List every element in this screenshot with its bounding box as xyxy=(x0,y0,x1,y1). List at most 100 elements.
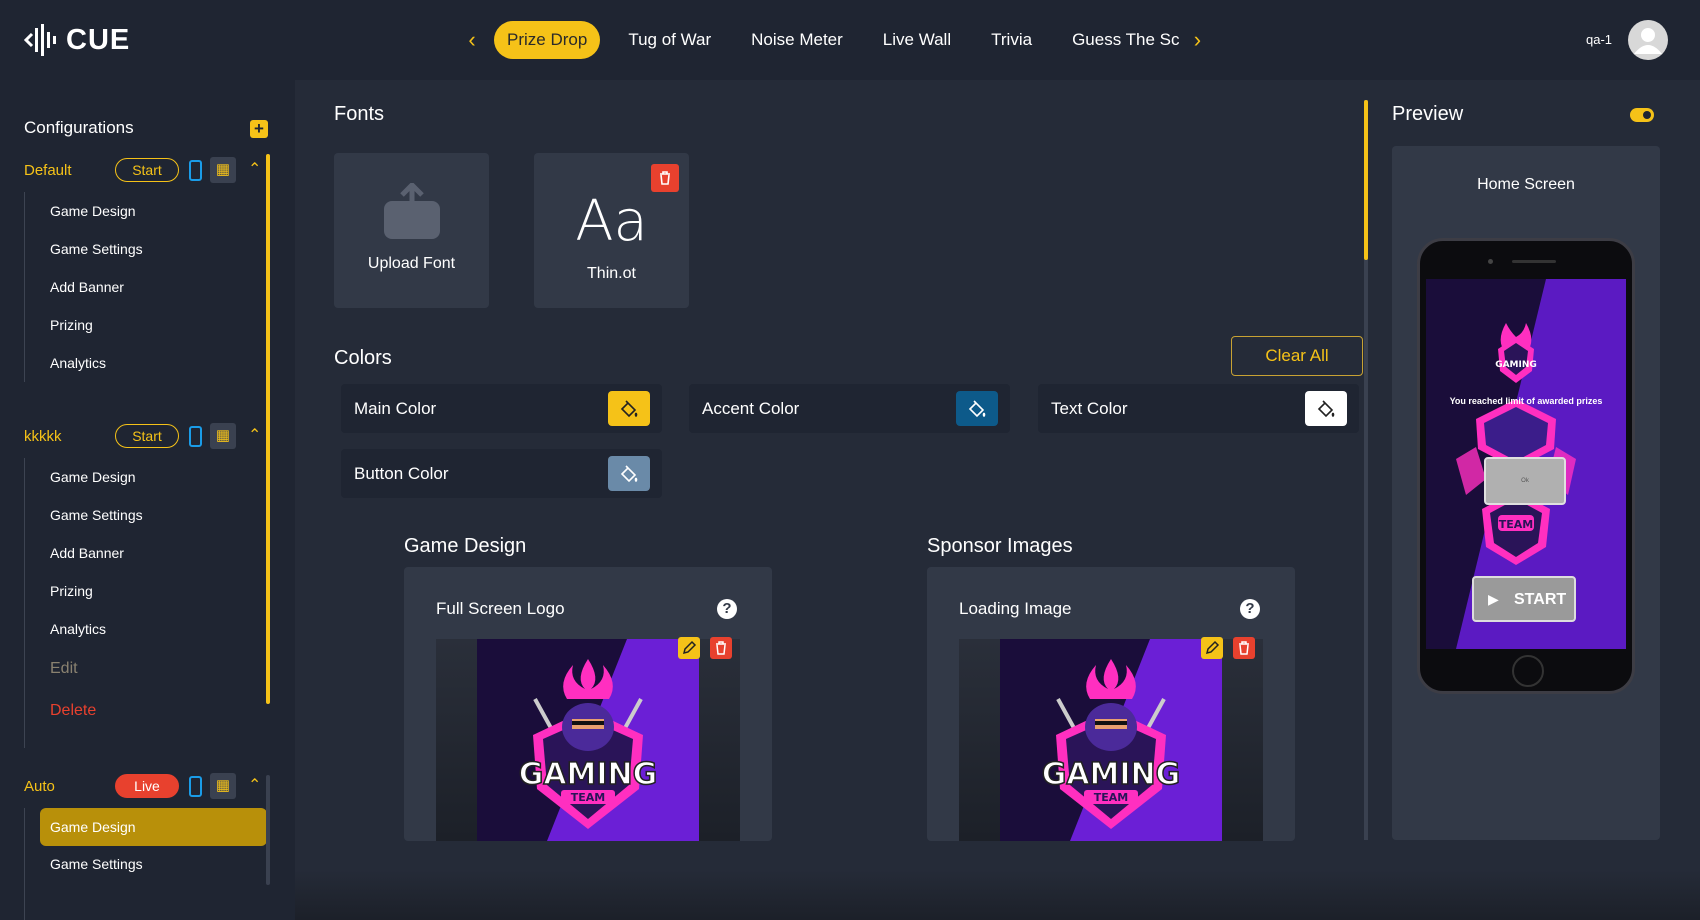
help-icon[interactable]: ? xyxy=(717,599,737,619)
tab-live-wall[interactable]: Live Wall xyxy=(863,21,971,59)
sidebar-item-game-design[interactable]: Game Design xyxy=(50,203,136,219)
color-swatch[interactable] xyxy=(608,456,650,491)
main-scrollbar[interactable] xyxy=(1364,100,1368,260)
sidebar-item-game-settings[interactable]: Game Settings xyxy=(50,241,143,257)
chevron-up-icon[interactable]: ⌃ xyxy=(248,159,261,179)
sidebar-item-analytics[interactable]: Analytics xyxy=(50,355,106,371)
app-logo[interactable]: CUE xyxy=(24,20,130,60)
start-button[interactable]: Start xyxy=(115,158,179,182)
paint-bucket-icon xyxy=(620,400,638,418)
preview-title: Preview xyxy=(1392,103,1464,125)
card-title: Full Screen Logo xyxy=(436,599,565,618)
delete-config-link[interactable]: Delete xyxy=(50,702,96,720)
mobile-preview-icon[interactable] xyxy=(189,426,202,447)
upload-font-card[interactable]: Upload Font xyxy=(334,153,489,308)
font-sample: Aa xyxy=(575,189,648,254)
app-name: CUE xyxy=(66,23,131,56)
color-swatch[interactable] xyxy=(1305,391,1347,426)
game-tabs: ‹ Prize Drop Tug of War Noise Meter Live… xyxy=(462,21,1207,59)
sidebar-item-prizing[interactable]: Prizing xyxy=(50,583,93,599)
font-card[interactable]: Aa Thin.ot xyxy=(534,153,689,308)
main-color-picker[interactable]: Main Color xyxy=(341,384,662,433)
tree-line xyxy=(24,192,25,382)
config-group-header[interactable]: kkkkk Start ▦ ⌃ xyxy=(24,423,274,450)
configurations-title: Configurations xyxy=(24,118,134,137)
tabs-prev-arrow-icon[interactable]: ‹ xyxy=(462,21,482,59)
game-design-title: Game Design xyxy=(404,535,527,557)
sidebar-item-game-settings[interactable]: Game Settings xyxy=(50,856,143,872)
trash-icon xyxy=(1239,641,1249,655)
start-label: START xyxy=(1514,591,1567,608)
color-label: Accent Color xyxy=(702,399,800,418)
edit-image-button[interactable] xyxy=(678,637,700,659)
tab-prize-drop[interactable]: Prize Drop xyxy=(494,21,601,59)
loading-image-card: Loading Image ? GAMING TEAM xyxy=(927,567,1295,841)
pencil-icon xyxy=(1205,640,1220,655)
sidebar-item-add-banner[interactable]: Add Banner xyxy=(50,545,124,561)
delete-font-button[interactable] xyxy=(651,164,679,192)
tree-line xyxy=(24,808,25,920)
help-icon[interactable]: ? xyxy=(1240,599,1260,619)
sidebar-item-prizing[interactable]: Prizing xyxy=(50,317,93,333)
logo-text: GAMING xyxy=(519,757,658,792)
color-swatch[interactable] xyxy=(608,391,650,426)
avatar[interactable] xyxy=(1628,20,1668,60)
play-icon: ▶ xyxy=(1488,591,1499,607)
trash-icon xyxy=(660,171,670,185)
color-label: Text Color xyxy=(1051,399,1128,418)
mobile-preview-icon[interactable] xyxy=(189,160,202,181)
bottom-strip xyxy=(295,870,1700,920)
config-name: Auto xyxy=(24,778,55,795)
user-name: qa-1 xyxy=(1586,32,1613,47)
sidebar-scrollbar[interactable] xyxy=(266,154,270,704)
sidebar-item-game-settings[interactable]: Game Settings xyxy=(50,507,143,523)
clear-all-button[interactable]: Clear All xyxy=(1231,336,1363,376)
color-swatch[interactable] xyxy=(956,391,998,426)
logo-text: GAMING xyxy=(1042,757,1181,792)
tab-tug-of-war[interactable]: Tug of War xyxy=(608,21,731,59)
edit-config-link[interactable]: Edit xyxy=(50,660,78,678)
tab-guess-the-score[interactable]: Guess The Sc xyxy=(1052,21,1187,59)
full-screen-logo-card: Full Screen Logo ? GAMING TEAM xyxy=(404,567,772,841)
qr-code-icon[interactable]: ▦ xyxy=(210,773,236,799)
tab-noise-meter[interactable]: Noise Meter xyxy=(731,21,863,59)
preview-ok-button[interactable]: Ok xyxy=(1484,457,1566,505)
add-configuration-button[interactable]: + xyxy=(250,120,268,138)
live-badge[interactable]: Live xyxy=(115,774,179,798)
gaming-logo-image: GAMING TEAM xyxy=(1000,639,1222,841)
chevron-up-icon[interactable]: ⌃ xyxy=(248,425,261,445)
config-group-header[interactable]: Auto Live ▦ ⌃ xyxy=(24,773,274,800)
chevron-up-icon[interactable]: ⌃ xyxy=(248,775,261,795)
phone-home-button xyxy=(1512,655,1544,687)
delete-image-button[interactable] xyxy=(710,637,732,659)
color-label: Main Color xyxy=(354,399,437,418)
logo-subtext: TEAM xyxy=(571,791,605,804)
mobile-preview-icon[interactable] xyxy=(189,776,202,797)
gaming-logo-image: GAMING TEAM xyxy=(477,639,699,841)
speaker-grille xyxy=(1512,260,1556,263)
preview-toggle[interactable] xyxy=(1630,108,1654,122)
sidebar-item-analytics[interactable]: Analytics xyxy=(50,621,106,637)
sidebar-item-game-design-active[interactable]: Game Design xyxy=(40,808,267,846)
edit-image-button[interactable] xyxy=(1201,637,1223,659)
qr-code-icon[interactable]: ▦ xyxy=(210,157,236,183)
phone-mockup: GAMING TEAM You reached limit of awarded… xyxy=(1417,238,1635,694)
accent-color-picker[interactable]: Accent Color xyxy=(689,384,1010,433)
config-group-header[interactable]: Default Start ▦ ⌃ xyxy=(24,157,274,184)
sidebar-item-game-design[interactable]: Game Design xyxy=(50,469,136,485)
preview-logo-text: GAMING xyxy=(1495,360,1537,370)
delete-image-button[interactable] xyxy=(1233,637,1255,659)
fonts-title: Fonts xyxy=(334,103,385,125)
tabs-next-arrow-icon[interactable]: › xyxy=(1187,21,1207,59)
text-color-picker[interactable]: Text Color xyxy=(1038,384,1359,433)
button-color-picker[interactable]: Button Color xyxy=(341,449,662,498)
tree-line xyxy=(24,458,25,748)
preview-start-button[interactable]: ▶ START xyxy=(1472,576,1576,622)
start-button[interactable]: Start xyxy=(115,424,179,448)
logo-subtext: TEAM xyxy=(1094,791,1128,804)
tab-trivia[interactable]: Trivia xyxy=(971,21,1052,59)
sidebar-item-add-banner[interactable]: Add Banner xyxy=(50,279,124,295)
camera-dot xyxy=(1488,259,1493,264)
qr-code-icon[interactable]: ▦ xyxy=(210,423,236,449)
paint-bucket-icon xyxy=(620,465,638,483)
